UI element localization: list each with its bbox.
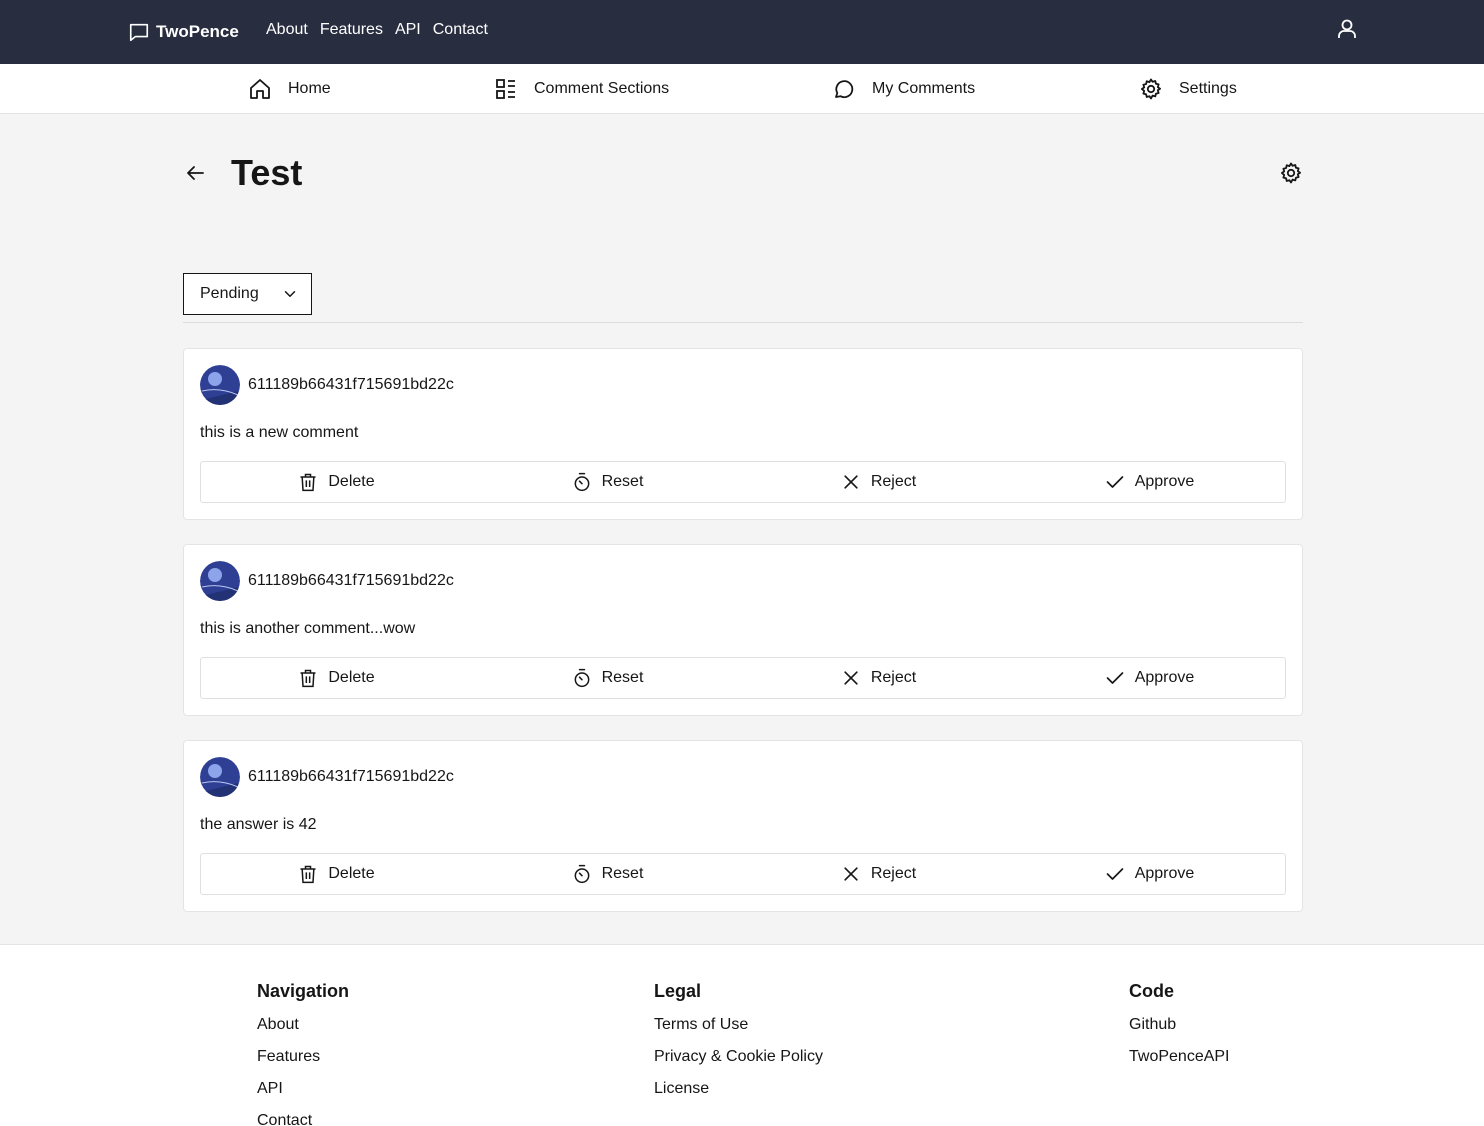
user-icon[interactable] (1335, 17, 1359, 41)
page-title: Test (231, 152, 303, 193)
footer-link-contact[interactable]: Contact (257, 1112, 349, 1126)
subnav-comment-sections-label: Comment Sections (534, 80, 670, 97)
back-arrow-icon[interactable] (183, 161, 207, 185)
home-icon (248, 77, 272, 101)
footer-link-twopenceapi[interactable]: TwoPenceAPI (1129, 1048, 1230, 1066)
checkmark-icon (1105, 668, 1125, 688)
timer-icon (572, 668, 592, 688)
top-header: TwoPence About Features API Contact (0, 0, 1484, 64)
footer-link-about[interactable]: About (257, 1016, 349, 1034)
trash-icon (298, 472, 318, 492)
top-nav-about[interactable]: About (266, 21, 308, 39)
dashboard-icon (494, 77, 518, 101)
comment-actions: Delete Reset Reject Approve (200, 461, 1286, 503)
filter-divider (183, 322, 1303, 323)
footer-link-privacy[interactable]: Privacy & Cookie Policy (654, 1048, 823, 1066)
reset-button-label: Reset (601, 473, 644, 490)
avatar (200, 757, 240, 797)
approve-button[interactable]: Approve (1014, 854, 1285, 894)
section-settings-gear-icon[interactable] (1279, 161, 1303, 185)
comment-text: this is another comment...wow (200, 620, 416, 637)
subnav-settings[interactable]: Settings (1139, 77, 1237, 101)
subnav-my-comments[interactable]: My Comments (832, 77, 975, 101)
checkmark-icon (1105, 472, 1125, 492)
top-nav-features[interactable]: Features (320, 21, 383, 39)
brand-name: TwoPence (156, 22, 239, 41)
secondary-nav: Home Comment Sections My Comments Settin… (0, 64, 1484, 114)
comment-author: 611189b66431f715691bd22c (248, 768, 454, 785)
brand-logo[interactable]: TwoPence (128, 20, 239, 44)
footer-code-column: Code Github TwoPenceAPI (1129, 981, 1230, 1080)
comment-card: 611189b66431f715691bd22c this is a new c… (183, 348, 1303, 520)
reject-button[interactable]: Reject (743, 462, 1014, 502)
reset-button[interactable]: Reset (472, 462, 743, 502)
speech-bubble-icon (832, 77, 856, 101)
comment-author: 611189b66431f715691bd22c (248, 572, 454, 589)
reject-button[interactable]: Reject (743, 658, 1014, 698)
close-icon (841, 668, 861, 688)
footer: Navigation About Features API Contact Le… (0, 944, 1484, 1126)
reset-button-label: Reset (601, 865, 644, 882)
close-icon (841, 472, 861, 492)
status-filter-dropdown[interactable]: Pending (183, 273, 312, 315)
reject-button-label: Reject (870, 669, 917, 686)
delete-button[interactable]: Delete (201, 462, 472, 502)
subnav-settings-label: Settings (1179, 80, 1237, 97)
gear-icon (1139, 77, 1163, 101)
comment-text: this is a new comment (200, 424, 359, 441)
approve-button-label: Approve (1134, 669, 1195, 686)
footer-link-license[interactable]: License (654, 1080, 823, 1098)
approve-button-label: Approve (1134, 865, 1195, 882)
comment-actions: Delete Reset Reject Approve (200, 853, 1286, 895)
approve-button-label: Approve (1134, 473, 1195, 490)
comment-card: 611189b66431f715691bd22c this is another… (183, 544, 1303, 716)
delete-button-label: Delete (328, 865, 375, 882)
subnav-home[interactable]: Home (248, 77, 331, 101)
timer-icon (572, 472, 592, 492)
trash-icon (298, 864, 318, 884)
top-nav: About Features API Contact (266, 21, 488, 39)
reject-button-label: Reject (870, 865, 917, 882)
reject-button[interactable]: Reject (743, 854, 1014, 894)
avatar (200, 561, 240, 601)
chevron-down-icon (281, 285, 299, 303)
top-nav-api[interactable]: API (395, 21, 421, 39)
comment-text: the answer is 42 (200, 816, 317, 833)
delete-button-label: Delete (328, 669, 375, 686)
footer-navigation-heading: Navigation (257, 981, 350, 1001)
subnav-my-comments-label: My Comments (872, 80, 976, 97)
delete-button[interactable]: Delete (201, 854, 472, 894)
reset-button[interactable]: Reset (472, 658, 743, 698)
comment-card: 611189b66431f715691bd22c the answer is 4… (183, 740, 1303, 912)
trash-icon (298, 668, 318, 688)
delete-button[interactable]: Delete (201, 658, 472, 698)
top-nav-contact[interactable]: Contact (433, 21, 488, 39)
checkmark-icon (1105, 864, 1125, 884)
comment-author: 611189b66431f715691bd22c (248, 376, 454, 393)
footer-legal-heading: Legal (654, 981, 702, 1001)
timer-icon (572, 864, 592, 884)
footer-link-api[interactable]: API (257, 1080, 349, 1098)
reject-button-label: Reject (870, 473, 917, 490)
footer-code-heading: Code (1129, 981, 1174, 1001)
approve-button[interactable]: Approve (1014, 658, 1285, 698)
footer-link-features[interactable]: Features (257, 1048, 349, 1066)
subnav-comment-sections[interactable]: Comment Sections (494, 77, 669, 101)
delete-button-label: Delete (328, 473, 375, 490)
footer-legal-column: Legal Terms of Use Privacy & Cookie Poli… (654, 981, 823, 1112)
reset-button-label: Reset (601, 669, 644, 686)
status-filter-value: Pending (200, 285, 259, 302)
comment-actions: Delete Reset Reject Approve (200, 657, 1286, 699)
avatar (200, 365, 240, 405)
close-icon (841, 864, 861, 884)
chat-bubble-icon (128, 21, 150, 43)
footer-link-terms[interactable]: Terms of Use (654, 1016, 823, 1034)
reset-button[interactable]: Reset (472, 854, 743, 894)
approve-button[interactable]: Approve (1014, 462, 1285, 502)
subnav-home-label: Home (288, 80, 331, 97)
footer-link-github[interactable]: Github (1129, 1016, 1230, 1034)
footer-navigation-column: Navigation About Features API Contact (257, 981, 349, 1126)
